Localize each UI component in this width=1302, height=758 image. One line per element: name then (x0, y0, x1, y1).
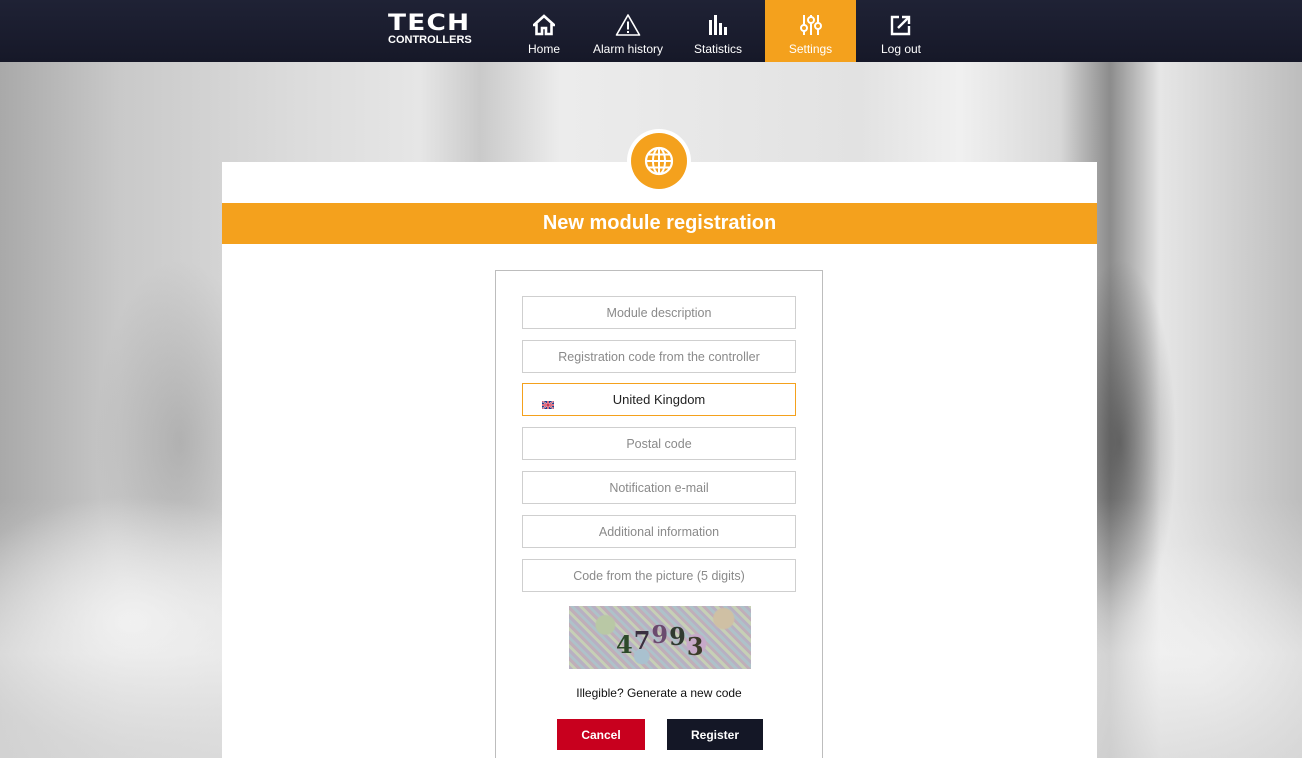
country-value: United Kingdom (612, 392, 706, 407)
register-button[interactable]: Register (667, 719, 763, 750)
captcha-digit: 9 (651, 620, 670, 649)
globe-icon (631, 133, 687, 189)
captcha-digit: 4 (616, 630, 634, 659)
top-navbar: TECH CONTROLLERS Home Alarm history Stat… (0, 0, 1302, 62)
captcha-code-input[interactable] (522, 559, 796, 592)
captcha-digit: 9 (669, 622, 687, 651)
nav-item-settings[interactable]: Settings (765, 0, 856, 62)
tech-controllers-logo[interactable]: TECH CONTROLLERS (388, 13, 478, 50)
nav-label-statistics: Statistics (693, 42, 742, 56)
registration-code-input[interactable] (522, 340, 796, 373)
notification-email-input[interactable] (522, 471, 796, 504)
country-select[interactable]: United Kingdom (522, 383, 796, 416)
nav-item-log-out[interactable]: Log out (873, 0, 929, 62)
generate-new-code-link[interactable]: Illegible? Generate a new code (522, 686, 796, 700)
cancel-button[interactable]: Cancel (557, 719, 645, 750)
captcha-digit: 7 (633, 626, 652, 655)
page-title: New module registration (222, 203, 1097, 244)
logout-icon (890, 11, 912, 39)
globe-badge (627, 129, 691, 193)
nav-label-home: Home (527, 42, 560, 56)
home-icon (533, 11, 555, 39)
nav-item-alarm-history[interactable]: Alarm history (586, 0, 670, 62)
captcha-image-text: 47993 (616, 620, 705, 661)
nav-item-home[interactable]: Home (527, 0, 561, 62)
bar-chart-icon (707, 11, 729, 39)
nav-item-statistics[interactable]: Statistics (686, 0, 750, 62)
additional-information-input[interactable] (522, 515, 796, 548)
warning-icon (615, 11, 641, 39)
logo-text-tech: TECH (388, 11, 471, 36)
nav-label-settings: Settings (788, 42, 833, 56)
module-description-input[interactable] (522, 296, 796, 329)
uk-flag-icon (541, 396, 555, 410)
sliders-icon (799, 11, 822, 39)
postal-code-input[interactable] (522, 427, 796, 460)
nav-label-log-out: Log out (880, 42, 922, 56)
nav-label-alarm-history: Alarm history (592, 42, 663, 56)
captcha-digit: 3 (686, 632, 705, 661)
captcha-image: 47993 (569, 606, 751, 669)
